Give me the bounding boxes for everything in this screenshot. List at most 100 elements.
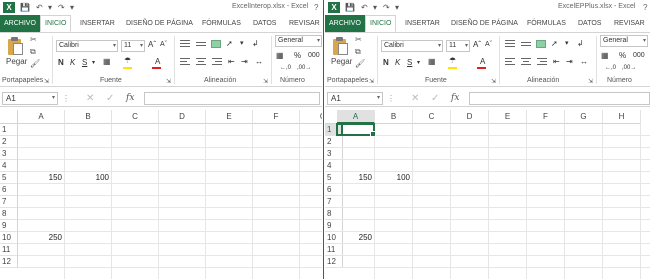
tab-insertar[interactable]: INSERTAR	[80, 15, 115, 32]
column-header-a[interactable]: A	[18, 110, 65, 124]
dialog-launcher-icon[interactable]: ⇲	[369, 77, 374, 87]
dialog-launcher-icon[interactable]: ⇲	[588, 77, 593, 87]
tab-diseno[interactable]: DISEÑO DE PÁGINA	[451, 15, 518, 32]
tab-inicio[interactable]: INICIO	[365, 15, 397, 32]
active-cell-cursor[interactable]	[336, 123, 376, 137]
cut-icon[interactable]: ✂	[355, 35, 362, 45]
align-bottom-icon[interactable]	[211, 40, 221, 48]
column-header-a[interactable]: A	[337, 110, 375, 124]
underline-button[interactable]: S	[407, 58, 412, 68]
tab-diseno[interactable]: DISEÑO DE PÁGINA	[126, 15, 193, 32]
font-size-select[interactable]: 11 ▾	[121, 40, 145, 52]
tab-insertar[interactable]: INSERTAR	[405, 15, 440, 32]
cell-a5[interactable]: 150	[337, 172, 375, 184]
decrease-indent-icon[interactable]: ⇤	[553, 57, 560, 67]
insert-function-icon[interactable]: fx	[451, 92, 459, 105]
orientation-dropdown-icon[interactable]: ▾	[565, 39, 569, 49]
grow-font-icon[interactable]: Aˆ	[473, 40, 481, 50]
qat-customize-icon[interactable]: ▾	[70, 3, 74, 12]
cut-icon[interactable]: ✂	[30, 35, 37, 45]
borders-icon[interactable]: ▦	[103, 57, 111, 67]
number-format-select[interactable]: General ▾	[600, 35, 648, 47]
tab-formulas[interactable]: FÓRMULAS	[202, 15, 241, 32]
column-header-c[interactable]: C	[112, 110, 159, 124]
row-header-11[interactable]: 11	[0, 244, 18, 256]
enter-icon[interactable]: ✓	[106, 92, 114, 105]
cell-a10[interactable]: 250	[18, 232, 65, 244]
column-header-f[interactable]: F	[253, 110, 300, 124]
column-header-h[interactable]: H	[603, 110, 641, 124]
font-size-select[interactable]: 11 ▾	[446, 40, 470, 52]
cell-b5[interactable]: 100	[65, 172, 112, 184]
copy-icon[interactable]: ⧉	[30, 47, 36, 57]
tab-datos[interactable]: DATOS	[578, 15, 601, 32]
undo-icon[interactable]: ↶	[361, 3, 368, 12]
cell-a5[interactable]: 150	[18, 172, 65, 184]
paste-icon[interactable]	[333, 37, 350, 55]
column-header-b[interactable]: B	[65, 110, 112, 124]
column-header-g[interactable]: G	[300, 110, 322, 124]
align-bottom-icon[interactable]	[536, 40, 546, 48]
shrink-font-icon[interactable]: Aˇ	[485, 40, 492, 50]
redo-icon[interactable]: ↷	[58, 3, 65, 12]
font-color-icon[interactable]: A	[480, 57, 485, 67]
paste-icon[interactable]	[8, 37, 25, 55]
dialog-launcher-icon[interactable]: ⇲	[263, 77, 268, 87]
dialog-launcher-icon[interactable]: ⇲	[491, 77, 496, 87]
save-icon[interactable]: 💾	[345, 3, 355, 12]
worksheet-grid[interactable]: ABCDEFG123456789101112150100250	[0, 110, 322, 279]
row-header-7[interactable]: 7	[0, 196, 18, 208]
formula-input[interactable]	[144, 92, 320, 105]
column-header-b[interactable]: B	[375, 110, 413, 124]
column-header-f[interactable]: F	[527, 110, 565, 124]
tab-datos[interactable]: DATOS	[253, 15, 276, 32]
increase-indent-icon[interactable]: ⇥	[241, 57, 248, 67]
dialog-launcher-icon[interactable]: ⇲	[44, 77, 49, 87]
column-header-d[interactable]: D	[451, 110, 489, 124]
underline-button[interactable]: S	[82, 58, 87, 68]
borders-icon[interactable]: ▦	[428, 57, 436, 67]
formula-bar-handle-icon[interactable]: ⋮	[387, 94, 395, 104]
qat-customize-icon[interactable]: ▾	[395, 3, 399, 12]
percent-icon[interactable]: %	[619, 51, 626, 61]
undo-dropdown-icon[interactable]: ▾	[373, 3, 377, 12]
cancel-icon[interactable]: ✕	[86, 92, 94, 105]
worksheet-grid[interactable]: A B C D E F G H 1 2 3 4 5 6 7 8 9 10 11 12 150 100 250	[325, 110, 650, 279]
column-header-e[interactable]: E	[206, 110, 253, 124]
formula-input[interactable]	[469, 92, 650, 105]
tab-inicio[interactable]: INICIO	[40, 15, 72, 32]
row-header-2[interactable]: 2	[0, 136, 18, 148]
help-button[interactable]: ?	[314, 3, 318, 12]
merge-center-icon[interactable]: ↔	[255, 57, 263, 67]
formula-bar-handle-icon[interactable]: ⋮	[62, 94, 70, 104]
save-icon[interactable]: 💾	[20, 3, 30, 12]
row-header-4[interactable]: 4	[0, 160, 18, 172]
cell-a10[interactable]: 250	[337, 232, 375, 244]
undo-icon[interactable]: ↶	[36, 3, 43, 12]
row-header-8[interactable]: 8	[0, 208, 18, 220]
merge-center-icon[interactable]: ↔	[580, 57, 588, 67]
column-header-c[interactable]: C	[413, 110, 451, 124]
shrink-font-icon[interactable]: Aˇ	[160, 40, 167, 50]
row-header-10[interactable]: 10	[0, 232, 18, 244]
column-header-d[interactable]: D	[159, 110, 206, 124]
tab-revisar[interactable]: REVISAR	[614, 15, 645, 32]
help-button[interactable]: ?	[643, 3, 647, 12]
font-name-select[interactable]: Calibri ▾	[381, 40, 443, 52]
orientation-dropdown-icon[interactable]: ▾	[240, 39, 244, 49]
decrease-decimal-icon[interactable]: ,00→	[297, 63, 311, 73]
format-painter-icon[interactable]: 🖌	[355, 59, 365, 69]
undo-dropdown-icon[interactable]: ▾	[48, 3, 52, 12]
wrap-text-icon[interactable]: ↲	[577, 39, 584, 49]
number-format-select[interactable]: General ▾	[275, 35, 322, 47]
fill-color-icon[interactable]: ☂	[449, 56, 456, 66]
column-header-g[interactable]: G	[565, 110, 603, 124]
row-header-1[interactable]: 1	[0, 124, 18, 136]
decrease-indent-icon[interactable]: ⇤	[228, 57, 235, 67]
name-box[interactable]: A1 ▾	[2, 92, 58, 105]
underline-dropdown-icon[interactable]: ▾	[92, 58, 95, 68]
cell-b5[interactable]: 100	[375, 172, 413, 184]
increase-decimal-icon[interactable]: ←,0	[280, 63, 291, 73]
comma-style-icon[interactable]: 000	[633, 51, 645, 61]
insert-function-icon[interactable]: fx	[126, 92, 134, 105]
